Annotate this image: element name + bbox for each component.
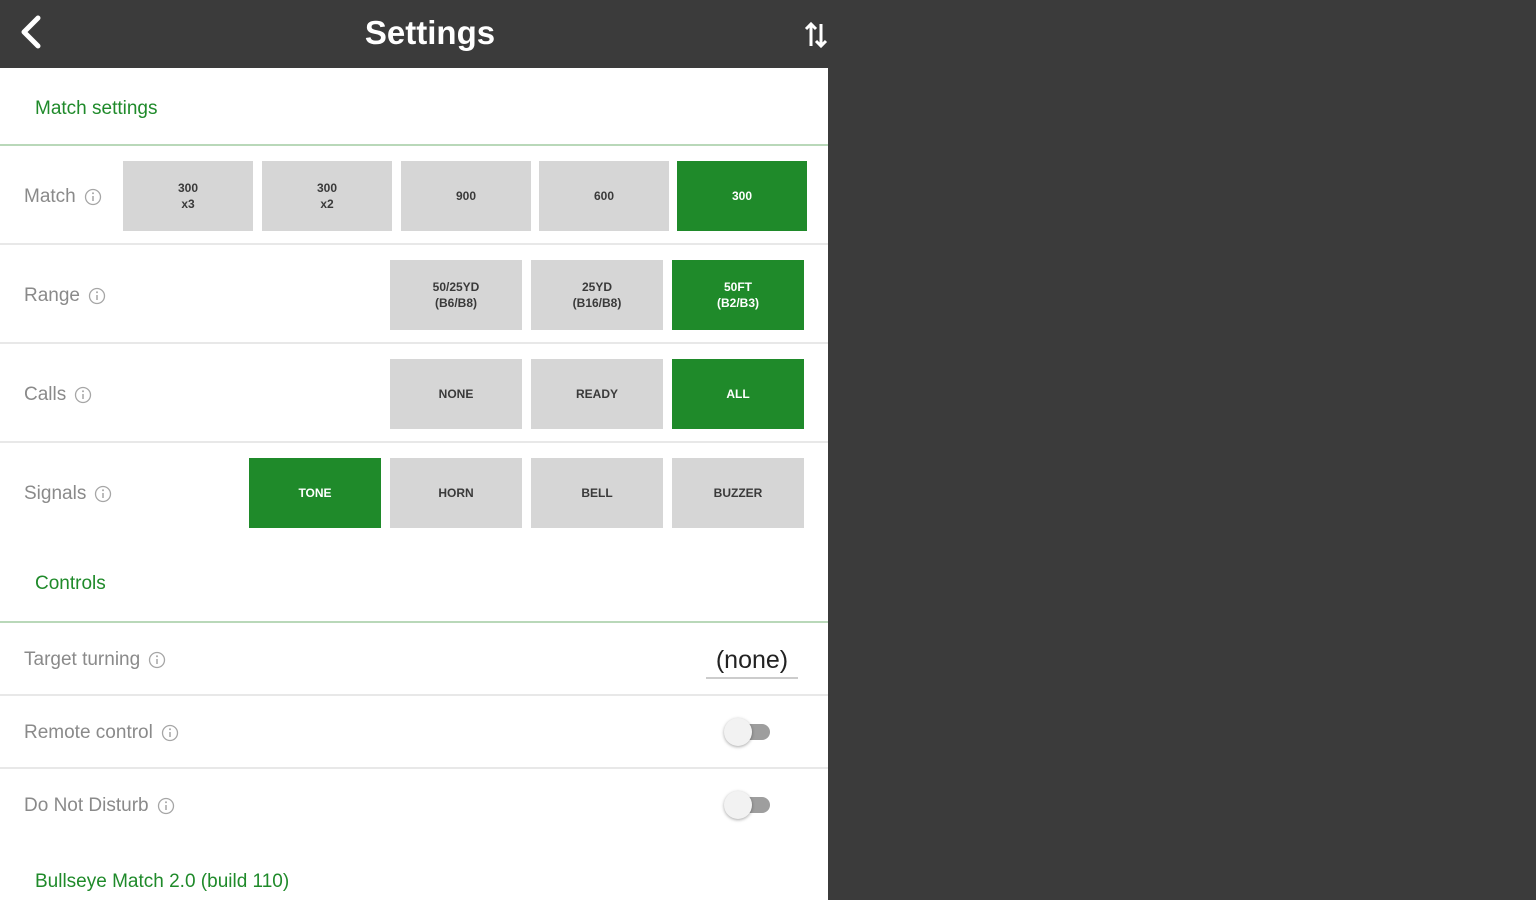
info-icon[interactable] (157, 797, 175, 815)
swap-vertical-icon (804, 21, 828, 49)
do-not-disturb-label: Do Not Disturb (24, 795, 149, 816)
back-button[interactable] (14, 12, 50, 52)
section-header-match-settings: Match settings (35, 98, 158, 119)
signals-option-button[interactable]: BUZZER (672, 458, 804, 528)
range-option-button[interactable]: 50/25YD (B6/B8) (390, 260, 522, 330)
target-turning-label: Target turning (24, 649, 141, 670)
target-turning-dropdown[interactable]: (none) (706, 643, 798, 679)
remote-control-label-row: Remote control (24, 721, 179, 745)
toggle-thumb (724, 791, 752, 819)
calls-label: Calls (24, 384, 67, 405)
divider (0, 243, 828, 245)
do-not-disturb-toggle[interactable] (724, 788, 774, 822)
target-turning-label-row: Target turning (24, 648, 166, 672)
info-icon[interactable] (88, 287, 106, 305)
info-icon[interactable] (74, 386, 92, 404)
chevron-left-icon (21, 15, 41, 49)
divider (0, 621, 828, 623)
match-option-button[interactable]: 300 x2 (262, 161, 392, 231)
divider (0, 144, 828, 146)
signals-option-button[interactable]: HORN (390, 458, 522, 528)
match-option-button[interactable]: 300 x3 (123, 161, 253, 231)
signals-option-button[interactable]: BELL (531, 458, 663, 528)
calls-label-row: Calls (24, 383, 92, 407)
info-icon[interactable] (148, 651, 166, 669)
divider (0, 342, 828, 344)
do-not-disturb-label-row: Do Not Disturb (24, 794, 175, 818)
signals-option-button[interactable]: TONE (249, 458, 381, 528)
settings-panel: Match settings Match 300 x3 300 x2 900 600 3… (0, 68, 828, 900)
remote-control-label: Remote control (24, 722, 153, 743)
match-label: Match (24, 186, 76, 207)
section-header-controls: Controls (35, 573, 106, 594)
signals-label-row: Signals (24, 482, 112, 506)
divider (0, 441, 828, 443)
match-option-button[interactable]: 300 (677, 161, 807, 231)
calls-option-button[interactable]: ALL (672, 359, 804, 429)
app-bar: Settings (0, 0, 1536, 68)
range-label: Range (24, 285, 80, 306)
info-icon[interactable] (94, 485, 112, 503)
app-version: Bullseye Match 2.0 (build 110) (35, 871, 290, 892)
match-label-row: Match (24, 185, 102, 209)
toggle-thumb (724, 718, 752, 746)
match-option-button[interactable]: 600 (539, 161, 669, 231)
range-option-button[interactable]: 25YD (B16/B8) (531, 260, 663, 330)
sort-button[interactable] (802, 20, 830, 50)
info-icon[interactable] (84, 188, 102, 206)
range-label-row: Range (24, 284, 106, 308)
info-icon[interactable] (161, 724, 179, 742)
divider (0, 767, 828, 769)
calls-option-button[interactable]: READY (531, 359, 663, 429)
calls-option-button[interactable]: NONE (390, 359, 522, 429)
page-title: Settings (364, 14, 496, 51)
signals-label: Signals (24, 483, 87, 504)
divider (0, 694, 828, 696)
range-option-button[interactable]: 50FT (B2/B3) (672, 260, 804, 330)
remote-control-toggle[interactable] (724, 715, 774, 749)
match-option-button[interactable]: 900 (401, 161, 531, 231)
